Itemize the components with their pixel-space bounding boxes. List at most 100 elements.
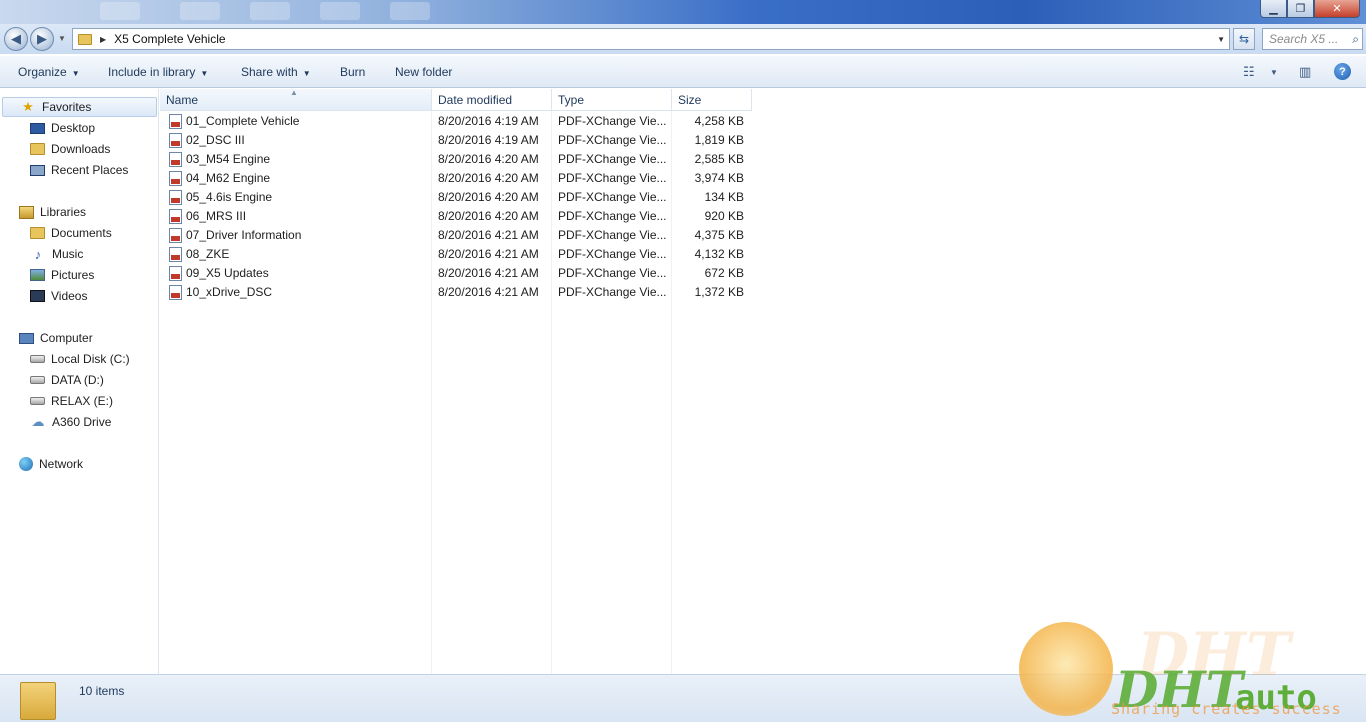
- file-type: PDF-XChange Vie...: [558, 285, 667, 299]
- column-header-type[interactable]: Type: [552, 89, 672, 111]
- search-icon[interactable]: ⌕: [1352, 32, 1359, 47]
- nav-data-drive[interactable]: DATA (D:): [30, 370, 104, 390]
- nav-local-disk-label: Local Disk (C:): [51, 352, 130, 366]
- breadcrumb-chevron-icon[interactable]: ▶: [100, 35, 106, 44]
- nav-relax-drive[interactable]: RELAX (E:): [30, 391, 113, 411]
- file-size: 4,375 KB: [694, 228, 744, 242]
- include-in-library-menu[interactable]: Include in library ▼: [108, 65, 208, 79]
- file-row[interactable]: 04_M62 Engine 8/20/2016 4:20 AM PDF-XCha…: [160, 169, 752, 188]
- address-history-dropdown[interactable]: ▼: [1217, 35, 1225, 44]
- new-folder-button[interactable]: New folder: [395, 65, 452, 79]
- back-button[interactable]: ◀: [4, 27, 28, 51]
- column-header-size[interactable]: Size: [672, 89, 752, 111]
- forward-button[interactable]: ▶: [30, 27, 54, 51]
- pdf-file-icon: [169, 228, 182, 243]
- file-size: 4,258 KB: [694, 114, 744, 128]
- share-with-menu[interactable]: Share with ▼: [241, 65, 311, 79]
- pdf-file-icon: [169, 247, 182, 262]
- pdf-file-icon: [169, 209, 182, 224]
- search-input[interactable]: Search X5 ... ⌕: [1262, 28, 1363, 50]
- recent-places-icon: [30, 164, 45, 176]
- file-name: 04_M62 Engine: [186, 171, 271, 185]
- address-bar[interactable]: ▶ X5 Complete Vehicle ▼: [72, 28, 1230, 50]
- file-row[interactable]: 03_M54 Engine 8/20/2016 4:20 AM PDF-XCha…: [160, 150, 752, 169]
- sort-ascending-icon: ▲: [290, 88, 298, 97]
- file-row[interactable]: 05_4.6is Engine 8/20/2016 4:20 AM PDF-XC…: [160, 188, 752, 207]
- help-button[interactable]: ?: [1334, 63, 1351, 80]
- nav-recent-places[interactable]: Recent Places: [30, 160, 128, 180]
- breadcrumb-current[interactable]: X5 Complete Vehicle: [114, 32, 225, 46]
- file-date: 8/20/2016 4:21 AM: [438, 247, 539, 261]
- file-row[interactable]: 09_X5 Updates 8/20/2016 4:21 AM PDF-XCha…: [160, 264, 752, 283]
- taskbar-ghost-1: [100, 2, 140, 20]
- command-bar: Organize ▼ Include in library ▼ Share with…: [0, 56, 1366, 88]
- nav-documents[interactable]: Documents: [30, 223, 112, 243]
- change-view-icon[interactable]: ☷: [1243, 64, 1255, 80]
- file-row[interactable]: 02_DSC III 8/20/2016 4:19 AM PDF-XChange…: [160, 131, 752, 150]
- nav-downloads[interactable]: Downloads: [30, 139, 110, 159]
- nav-desktop[interactable]: Desktop: [30, 118, 95, 138]
- file-row[interactable]: 07_Driver Information 8/20/2016 4:21 AM …: [160, 226, 752, 245]
- drive-icon: [30, 376, 45, 384]
- recent-pages-dropdown[interactable]: ▼: [58, 34, 66, 43]
- nav-local-disk[interactable]: Local Disk (C:): [30, 349, 130, 369]
- file-size: 672 KB: [704, 266, 744, 280]
- taskbar-ghost-4: [320, 2, 360, 20]
- nav-pictures[interactable]: Pictures: [30, 265, 94, 285]
- file-type: PDF-XChange Vie...: [558, 190, 667, 204]
- file-size: 134 KB: [704, 190, 744, 204]
- pdf-file-icon: [169, 114, 182, 129]
- chevron-down-icon: ▼: [200, 69, 209, 78]
- search-placeholder: Search X5 ...: [1269, 32, 1339, 46]
- nav-libraries[interactable]: Libraries: [19, 202, 86, 222]
- documents-icon: [30, 227, 45, 239]
- window-controls: ▁ ❐ ✕: [1260, 0, 1360, 18]
- include-in-library-label: Include in library: [108, 65, 196, 79]
- file-size: 920 KB: [704, 209, 744, 223]
- nav-computer[interactable]: Computer: [19, 328, 93, 348]
- nav-videos[interactable]: Videos: [30, 286, 87, 306]
- refresh-button[interactable]: ⇆: [1233, 28, 1255, 50]
- column-header-name-label: Name: [166, 92, 199, 107]
- file-type: PDF-XChange Vie...: [558, 209, 667, 223]
- refresh-icon: ⇆: [1238, 32, 1250, 46]
- file-name: 02_DSC III: [186, 133, 245, 147]
- downloads-folder-icon: [30, 143, 45, 155]
- nav-favorites[interactable]: ★ Favorites: [2, 97, 157, 117]
- file-row[interactable]: 06_MRS III 8/20/2016 4:20 AM PDF-XChange…: [160, 207, 752, 226]
- maximize-button[interactable]: ❐: [1287, 0, 1314, 18]
- file-size: 1,372 KB: [694, 285, 744, 299]
- file-row[interactable]: 08_ZKE 8/20/2016 4:21 AM PDF-XChange Vie…: [160, 245, 752, 264]
- nav-a360-drive[interactable]: ☁ A360 Drive: [30, 412, 112, 432]
- file-name: 01_Complete Vehicle: [186, 114, 300, 128]
- organize-menu[interactable]: Organize ▼: [18, 65, 80, 79]
- file-type: PDF-XChange Vie...: [558, 247, 667, 261]
- burn-button[interactable]: Burn: [340, 65, 365, 79]
- nav-recent-places-label: Recent Places: [51, 163, 129, 177]
- taskbar-ghost-5: [390, 2, 430, 20]
- file-date: 8/20/2016 4:21 AM: [438, 285, 539, 299]
- column-header-date-modified[interactable]: Date modified: [432, 89, 552, 111]
- details-pane: 10 items: [0, 674, 1366, 722]
- local-disk-icon: [30, 355, 45, 363]
- pdf-file-icon: [169, 171, 182, 186]
- preview-pane-icon[interactable]: ▥: [1299, 64, 1311, 80]
- column-header-name[interactable]: ▲ Name: [160, 88, 432, 111]
- file-name: 05_4.6is Engine: [186, 190, 273, 204]
- file-date: 8/20/2016 4:19 AM: [438, 114, 539, 128]
- nav-pictures-label: Pictures: [51, 268, 95, 282]
- view-options-dropdown[interactable]: ▼: [1270, 68, 1278, 77]
- nav-network[interactable]: Network: [19, 454, 83, 474]
- desktop-icon: [30, 122, 45, 134]
- file-name: 06_MRS III: [186, 209, 247, 223]
- pictures-icon: [30, 269, 45, 281]
- file-date: 8/20/2016 4:20 AM: [438, 209, 539, 223]
- nav-music[interactable]: ♪ Music: [30, 244, 84, 264]
- nav-downloads-label: Downloads: [51, 142, 111, 156]
- column-header-date-label: Date modified: [438, 92, 513, 107]
- close-button[interactable]: ✕: [1314, 0, 1360, 18]
- file-date: 8/20/2016 4:20 AM: [438, 190, 539, 204]
- file-row[interactable]: 10_xDrive_DSC 8/20/2016 4:21 AM PDF-XCha…: [160, 283, 752, 302]
- file-row[interactable]: 01_Complete Vehicle 8/20/2016 4:19 AM PD…: [160, 112, 752, 131]
- minimize-button[interactable]: ▁: [1260, 0, 1287, 18]
